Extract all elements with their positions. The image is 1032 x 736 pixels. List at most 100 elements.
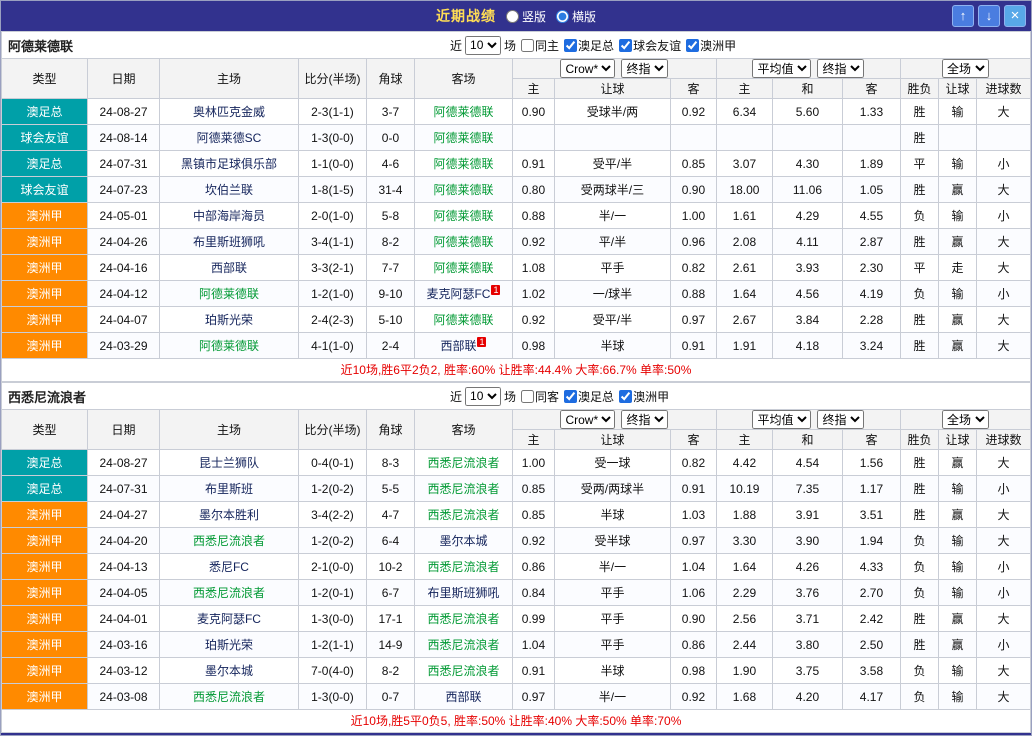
home-team[interactable]: 昆士兰狮队 [199,456,259,470]
away-team[interactable]: 西悉尼流浪者 [427,560,499,574]
filter-checkbox-澳洲甲[interactable]: 澳洲甲 [619,388,669,405]
match-score[interactable]: 1-8(1-5) [298,177,366,203]
close-button[interactable]: × [1004,5,1026,27]
avg-odds-cell: 4.11 [772,229,842,255]
match-score[interactable]: 0-4(0-1) [298,450,366,476]
home-team[interactable]: 黑镇市足球俱乐部 [181,157,277,171]
filter-checkbox-input[interactable] [521,390,534,403]
match-score[interactable]: 1-3(0-0) [298,606,366,632]
away-team[interactable]: 西悉尼流浪者 [427,456,499,470]
home-team[interactable]: 墨尔本城 [205,664,253,678]
filter-checkbox-澳足总[interactable]: 澳足总 [564,37,614,54]
vertical-layout-radio[interactable] [506,10,519,23]
match-date: 24-04-05 [88,580,160,606]
match-score[interactable]: 3-4(1-1) [298,229,366,255]
away-team[interactable]: 阿德莱德联 [433,235,493,249]
avg-final-select[interactable]: 终指 [817,59,864,78]
home-team[interactable]: 阿德莱德SC [197,131,262,145]
horizontal-layout-radio[interactable] [556,10,569,23]
match-score[interactable]: 1-1(0-0) [298,151,366,177]
away-team[interactable]: 阿德莱德联 [433,183,493,197]
match-score[interactable]: 2-1(0-0) [298,554,366,580]
home-team[interactable]: 墨尔本胜利 [199,508,259,522]
home-team[interactable]: 麦克阿瑟FC [197,612,261,626]
scope-select[interactable]: 全场 [942,59,989,78]
away-team[interactable]: 阿德莱德联 [433,105,493,119]
home-team[interactable]: 西悉尼流浪者 [193,534,265,548]
away-team[interactable]: 阿德莱德联 [433,131,493,145]
away-team[interactable]: 西部联 [445,690,481,704]
filter-checkbox-同客[interactable]: 同客 [521,388,559,405]
filter-checkbox-澳洲甲[interactable]: 澳洲甲 [686,37,736,54]
away-team[interactable]: 西悉尼流浪者 [427,508,499,522]
layout-option-vertical[interactable]: 竖版 [506,8,546,25]
away-team[interactable]: 墨尔本城 [439,534,487,548]
home-team[interactable]: 悉尼FC [209,560,249,574]
home-team[interactable]: 坎伯兰联 [205,183,253,197]
home-team[interactable]: 阿德莱德联 [199,287,259,301]
away-team[interactable]: 西悉尼流浪者 [427,482,499,496]
home-team[interactable]: 中部海岸海员 [193,209,265,223]
scope-select[interactable]: 全场 [942,410,989,429]
scroll-up-button[interactable]: ↑ [952,5,974,27]
match-score[interactable]: 3-3(2-1) [298,255,366,281]
odds-final-select[interactable]: 终指 [621,410,668,429]
home-team[interactable]: 珀斯光荣 [205,638,253,652]
match-score[interactable]: 2-3(1-1) [298,99,366,125]
filter-checkbox-球会友谊[interactable]: 球会友谊 [619,37,681,54]
games-count-select[interactable]: 10 [465,36,501,55]
away-team[interactable]: 阿德莱德联 [433,313,493,327]
home-team[interactable]: 西部联 [211,261,247,275]
match-score[interactable]: 4-1(1-0) [298,333,366,359]
match-score[interactable]: 1-2(0-2) [298,476,366,502]
match-score[interactable]: 7-0(4-0) [298,658,366,684]
match-score[interactable]: 1-2(1-1) [298,632,366,658]
filter-checkbox-input[interactable] [686,39,699,52]
match-score[interactable]: 2-4(2-3) [298,307,366,333]
bookmaker-select[interactable]: Crow* [560,59,615,78]
home-team[interactable]: 奥林匹克金威 [193,105,265,119]
filter-checkbox-input[interactable] [619,39,632,52]
filter-checkbox-input[interactable] [564,39,577,52]
home-team[interactable]: 布里斯班 [205,482,253,496]
away-team[interactable]: 布里斯班狮吼 [427,586,499,600]
match-score[interactable]: 1-3(0-0) [298,684,366,710]
away-team[interactable]: 西悉尼流浪者 [427,638,499,652]
away-team[interactable]: 麦克阿瑟FC [426,287,490,301]
home-team[interactable]: 阿德莱德联 [199,339,259,353]
match-score[interactable]: 1-2(0-1) [298,580,366,606]
home-team[interactable]: 西悉尼流浪者 [193,690,265,704]
away-team[interactable]: 阿德莱德联 [433,157,493,171]
focus-team-name[interactable]: 西悉尼流浪者 [2,387,86,406]
filter-checkbox-input[interactable] [619,390,632,403]
bookmaker-select[interactable]: Crow* [560,410,615,429]
away-team[interactable]: 西部联 [440,339,476,353]
match-score[interactable]: 2-0(1-0) [298,203,366,229]
away-team[interactable]: 西悉尼流浪者 [427,664,499,678]
result-cell: 大 [976,99,1030,125]
filter-checkbox-澳足总[interactable]: 澳足总 [564,388,614,405]
filter-checkbox-input[interactable] [521,39,534,52]
odds-final-select[interactable]: 终指 [621,59,668,78]
away-team[interactable]: 阿德莱德联 [433,209,493,223]
filter-checkbox-同主[interactable]: 同主 [521,37,559,54]
home-team[interactable]: 珀斯光荣 [205,313,253,327]
match-score[interactable]: 1-2(0-2) [298,528,366,554]
filter-checkbox-input[interactable] [564,390,577,403]
average-select[interactable]: 平均值 [752,410,811,429]
average-select[interactable]: 平均值 [752,59,811,78]
focus-team-name[interactable]: 阿德莱德联 [2,36,73,55]
match-score[interactable]: 3-4(2-2) [298,502,366,528]
match-score[interactable]: 1-3(0-0) [298,125,366,151]
titlebar-buttons: ↑ ↓ × [952,5,1026,27]
home-team[interactable]: 布里斯班狮吼 [193,235,265,249]
avg-final-select[interactable]: 终指 [817,410,864,429]
result-cell: 大 [976,333,1030,359]
layout-option-horizontal[interactable]: 横版 [556,8,596,25]
away-team[interactable]: 阿德莱德联 [433,261,493,275]
away-team[interactable]: 西悉尼流浪者 [427,612,499,626]
games-count-select[interactable]: 10 [465,387,501,406]
scroll-down-button[interactable]: ↓ [978,5,1000,27]
match-score[interactable]: 1-2(1-0) [298,281,366,307]
home-team[interactable]: 西悉尼流浪者 [193,586,265,600]
